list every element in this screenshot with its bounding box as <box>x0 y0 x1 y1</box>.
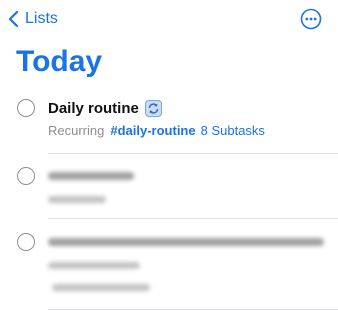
recurring-icon <box>144 99 162 117</box>
task-row[interactable] <box>0 228 338 310</box>
redacted-detail <box>48 196 106 203</box>
navigation-bar: Lists <box>0 0 338 40</box>
back-button[interactable]: Lists <box>8 8 58 30</box>
task-tag[interactable]: #daily-routine <box>110 123 195 138</box>
more-button[interactable] <box>300 8 322 30</box>
ellipsis-circle-icon <box>300 8 322 30</box>
redacted-detail <box>48 262 140 269</box>
chevron-left-icon <box>8 10 19 28</box>
task-row[interactable]: Daily routine Recurring #daily-routine 8 S… <box>0 98 338 154</box>
row-divider <box>48 218 338 219</box>
task-checkbox[interactable] <box>17 99 35 117</box>
subtasks-link[interactable]: 8 Subtasks <box>201 123 265 138</box>
task-checkbox[interactable] <box>17 233 35 251</box>
task-meta: Recurring #daily-routine 8 Subtasks <box>48 122 265 139</box>
redacted-detail <box>52 284 150 291</box>
task-title: Daily routine <box>48 99 139 117</box>
recurring-label: Recurring <box>48 123 105 138</box>
redacted-title <box>48 238 324 246</box>
row-divider <box>48 153 338 154</box>
task-checkbox[interactable] <box>17 167 35 185</box>
redacted-title <box>48 172 134 180</box>
page-title: Today <box>16 45 103 78</box>
task-row[interactable] <box>0 162 338 220</box>
back-label: Lists <box>25 10 58 27</box>
task-title-wrap: Daily routine <box>48 98 162 118</box>
